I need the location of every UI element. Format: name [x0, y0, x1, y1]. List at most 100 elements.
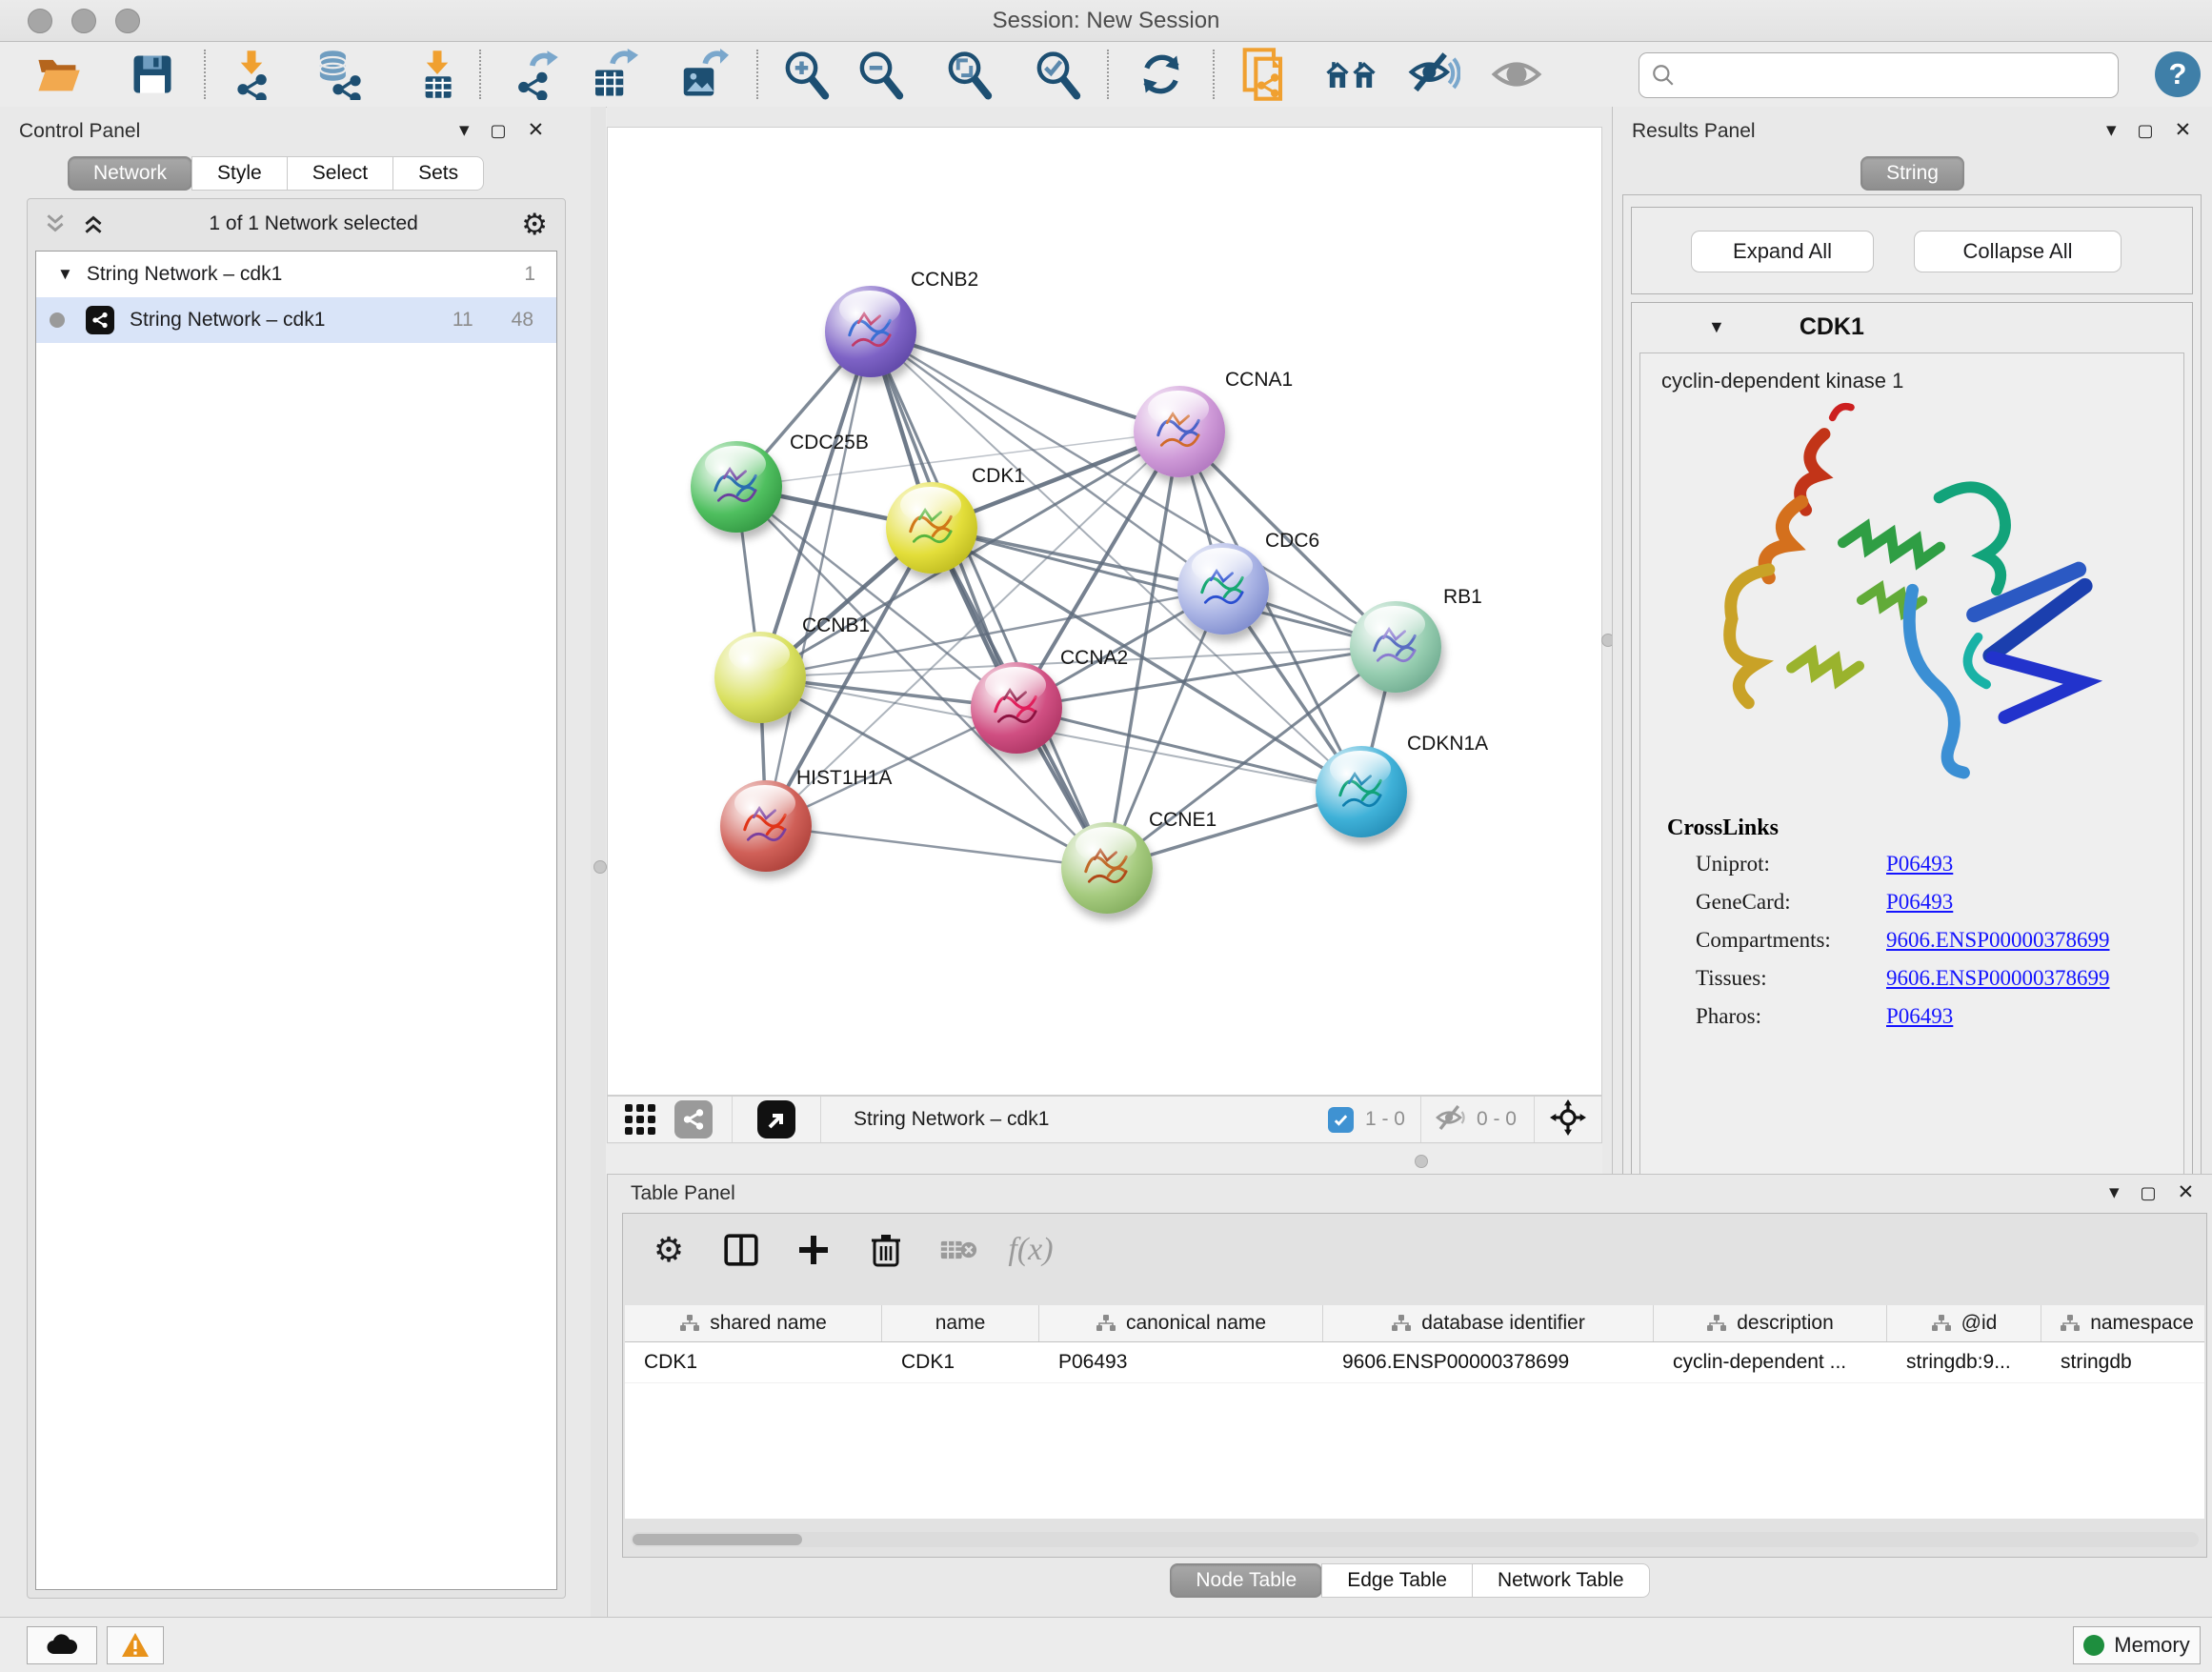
- network-collection-row[interactable]: ▼ String Network – cdk1 1: [36, 252, 556, 297]
- edge-CCNB2-CCNA1[interactable]: [871, 332, 1179, 432]
- crosslink-link[interactable]: P06493: [1886, 1004, 1953, 1029]
- edge-CCNB2-CCNE1[interactable]: [871, 332, 1107, 868]
- node-CDKN1A[interactable]: [1316, 746, 1407, 837]
- cloud-button[interactable]: [27, 1626, 97, 1664]
- table-row[interactable]: CDK1CDK1P064939606.ENSP00000378699cyclin…: [625, 1342, 2204, 1383]
- crosslink-row: Tissues:9606.ENSP00000378699: [1640, 959, 2183, 997]
- node-CDK1[interactable]: [886, 482, 977, 574]
- selected-checkbox-icon[interactable]: [1328, 1107, 1354, 1133]
- column-header-shared-name[interactable]: shared name: [625, 1305, 882, 1341]
- splitter-grip[interactable]: [1415, 1155, 1428, 1168]
- splitter-grip[interactable]: [593, 860, 607, 874]
- panel-close-icon[interactable]: ✕: [2178, 1182, 2195, 1202]
- panel-float-icon[interactable]: ▢: [491, 122, 507, 139]
- table-cell[interactable]: 9606.ENSP00000378699: [1323, 1342, 1654, 1382]
- birds-eye-view-icon[interactable]: [757, 1100, 795, 1138]
- help-icon[interactable]: ?: [2155, 51, 2201, 97]
- column-header-namespace[interactable]: namespace: [2041, 1305, 2204, 1341]
- collapse-all-button[interactable]: Collapse All: [1914, 231, 2122, 272]
- table-cell[interactable]: stringdb: [2041, 1342, 2204, 1382]
- hide-graphics-details-icon[interactable]: [1407, 47, 1460, 102]
- crosslink-link[interactable]: 9606.ENSP00000378699: [1886, 966, 2110, 991]
- tab-node-table[interactable]: Node Table: [1170, 1563, 1322, 1598]
- table-cell[interactable]: P06493: [1039, 1342, 1323, 1382]
- tab-network-table[interactable]: Network Table: [1472, 1563, 1650, 1598]
- zoom-in-icon[interactable]: [779, 47, 833, 102]
- add-column-icon[interactable]: [791, 1227, 836, 1273]
- node-CCNA1[interactable]: [1134, 386, 1225, 477]
- node-CCNB2[interactable]: [825, 286, 916, 377]
- network-canvas[interactable]: CCNB2CCNA1CDC25BCDK1CDC6RB1CCNB1CCNA2CDK…: [607, 127, 1602, 1096]
- node-CCNE1[interactable]: [1061, 822, 1153, 914]
- node-CDC25B[interactable]: [691, 441, 782, 533]
- horizontal-splitter[interactable]: [607, 1144, 1602, 1174]
- column-header-canonical-name[interactable]: canonical name: [1039, 1305, 1323, 1341]
- open-session-icon[interactable]: [31, 47, 85, 102]
- panel-dock-icon[interactable]: ▾: [2106, 120, 2117, 140]
- node-HIST1H1A[interactable]: [720, 780, 812, 872]
- node-CCNB1[interactable]: [714, 632, 806, 723]
- edge-HIST1H1A-CCNE1[interactable]: [766, 826, 1107, 868]
- column-header-database-identifier[interactable]: database identifier: [1323, 1305, 1654, 1341]
- crosslink-link[interactable]: P06493: [1886, 852, 1953, 876]
- tab-string[interactable]: String: [1860, 156, 1964, 191]
- tab-select[interactable]: Select: [287, 156, 393, 191]
- show-graphics-details-icon[interactable]: [1490, 47, 1543, 102]
- crosslink-link[interactable]: 9606.ENSP00000378699: [1886, 928, 2110, 953]
- panel-dock-icon[interactable]: ▾: [459, 120, 470, 140]
- network-row-selected[interactable]: String Network – cdk1 11 48: [36, 297, 556, 343]
- panel-close-icon[interactable]: ✕: [528, 120, 545, 140]
- import-network-file-icon[interactable]: [225, 47, 278, 102]
- node-CCNA2[interactable]: [971, 662, 1062, 754]
- node-RB1[interactable]: [1350, 601, 1441, 693]
- warning-button[interactable]: [107, 1626, 164, 1664]
- double-chevron-down-icon[interactable]: [43, 212, 68, 236]
- table-cell[interactable]: cyclin-dependent ...: [1654, 1342, 1887, 1382]
- expand-all-button[interactable]: Expand All: [1691, 231, 1874, 272]
- zoom-fit-icon[interactable]: [942, 47, 995, 102]
- tab-style[interactable]: Style: [191, 156, 288, 191]
- delete-column-trash-icon[interactable]: [863, 1227, 909, 1273]
- table-cell[interactable]: stringdb:9...: [1887, 1342, 2041, 1382]
- save-session-icon[interactable]: [126, 47, 179, 102]
- column-header-description[interactable]: description: [1654, 1305, 1887, 1341]
- panel-dock-icon[interactable]: ▾: [2109, 1182, 2120, 1202]
- table-cell[interactable]: CDK1: [882, 1342, 1039, 1382]
- show-columns-icon[interactable]: [718, 1227, 764, 1273]
- scrollbar-thumb[interactable]: [633, 1534, 802, 1545]
- crosshair-icon[interactable]: [1550, 1099, 1586, 1140]
- import-table-icon[interactable]: [411, 47, 464, 102]
- panel-float-icon[interactable]: ▢: [2138, 122, 2154, 139]
- annotation-share-icon[interactable]: [674, 1100, 713, 1138]
- table-options-gear-icon[interactable]: ⚙: [646, 1227, 692, 1273]
- import-network-database-icon[interactable]: [312, 47, 365, 102]
- double-chevron-up-icon[interactable]: [81, 212, 106, 236]
- panel-close-icon[interactable]: ✕: [2175, 120, 2192, 140]
- search-input[interactable]: [1676, 55, 2118, 95]
- column-header-name[interactable]: name: [882, 1305, 1039, 1341]
- panel-float-icon[interactable]: ▢: [2141, 1184, 2157, 1201]
- grid-view-icon[interactable]: [623, 1102, 657, 1137]
- export-image-icon[interactable]: [676, 47, 730, 102]
- tab-network[interactable]: Network: [68, 156, 192, 191]
- table-cell[interactable]: CDK1: [625, 1342, 882, 1382]
- edge-CCNB2-HIST1H1A[interactable]: [766, 332, 871, 826]
- export-network-icon[interactable]: [508, 47, 561, 102]
- tab-edge-table[interactable]: Edge Table: [1321, 1563, 1473, 1598]
- entry-expander-icon[interactable]: ▼: [1708, 317, 1725, 337]
- node-CDC6[interactable]: [1177, 543, 1269, 635]
- delete-table-icon[interactable]: [935, 1227, 981, 1273]
- string-home-icon[interactable]: [1324, 47, 1377, 102]
- memory-button[interactable]: Memory: [2073, 1626, 2201, 1664]
- zoom-selected-icon[interactable]: [1031, 47, 1084, 102]
- tab-sets[interactable]: Sets: [392, 156, 484, 191]
- tree-expander-icon[interactable]: ▼: [57, 265, 73, 284]
- export-table-icon[interactable]: [586, 47, 639, 102]
- network-options-gear-icon[interactable]: ⚙: [521, 210, 548, 239]
- refresh-layout-icon[interactable]: [1135, 47, 1188, 102]
- column-header-@id[interactable]: @id: [1887, 1305, 2041, 1341]
- function-builder-icon[interactable]: f(x): [1008, 1227, 1054, 1273]
- zoom-out-icon[interactable]: [854, 47, 907, 102]
- clone-network-icon[interactable]: [1240, 47, 1294, 102]
- crosslink-link[interactable]: P06493: [1886, 890, 1953, 915]
